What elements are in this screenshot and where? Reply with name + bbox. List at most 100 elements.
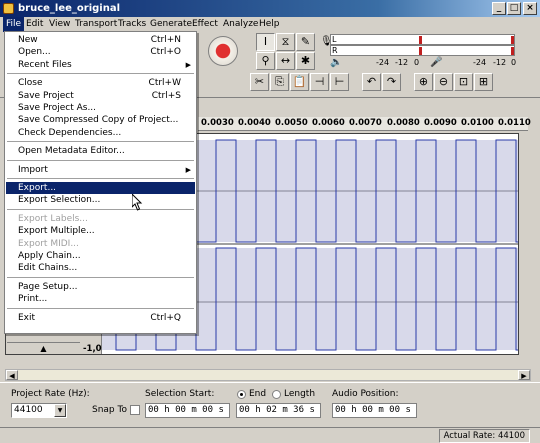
menu-item-label: Recent Files: [18, 59, 72, 70]
redo-icon[interactable]: ↷: [382, 73, 401, 91]
menu-item-export-labels: Export Labels...: [6, 213, 195, 225]
audio-position-field[interactable]: 00 h 00 m 00 s: [332, 403, 417, 418]
menu-item-label: Export Selection...: [18, 195, 101, 206]
title-bar: bruce_lee_original _ □ ×: [0, 0, 540, 17]
menu-view[interactable]: View: [46, 17, 73, 32]
menu-item-save-project[interactable]: Save Project Ctrl+S: [6, 90, 195, 102]
menu-item-check-dependencies[interactable]: Check Dependencies...: [6, 127, 195, 139]
menu-help[interactable]: Help: [256, 17, 283, 32]
menu-item-shortcut: Ctrl+N: [150, 35, 181, 45]
menu-generate[interactable]: Generate: [147, 17, 195, 32]
menu-item-page-setup[interactable]: Page Setup...: [6, 281, 195, 293]
snap-to-checkbox[interactable]: [130, 405, 140, 415]
menu-item-recent-files[interactable]: Recent Files ▶: [6, 59, 195, 71]
vertical-scale-label: -1,0: [83, 344, 102, 354]
menu-item-save-compressed-copy-of-project[interactable]: Save Compressed Copy of Project...: [6, 114, 195, 126]
selection-start-field[interactable]: 00 h 00 m 00 s: [145, 403, 230, 418]
menu-item-export-multiple[interactable]: Export Multiple...: [6, 225, 195, 237]
paste-icon[interactable]: 📋: [290, 73, 309, 91]
scroll-right-icon[interactable]: ▶: [518, 370, 530, 380]
mic-level-icon: 🎤: [430, 57, 443, 68]
chevron-down-icon[interactable]: ▼: [54, 404, 66, 417]
menu-item-export[interactable]: Export...: [6, 182, 195, 194]
menu-separator: [7, 73, 194, 75]
menu-item-new[interactable]: New Ctrl+N: [6, 34, 195, 46]
copy-icon[interactable]: ⎘: [270, 73, 289, 91]
collapse-track-icon[interactable]: ▲: [7, 342, 80, 354]
scroll-left-icon[interactable]: ◀: [6, 370, 18, 380]
menu-item-label: Check Dependencies...: [18, 127, 122, 138]
selection-tool-icon[interactable]: I: [256, 33, 275, 51]
zoom-out-icon[interactable]: ⊖: [434, 73, 453, 91]
menu-item-shortcut: Ctrl+S: [151, 90, 181, 101]
menu-separator: [7, 178, 194, 179]
menu-item-label: Exit: [18, 312, 36, 323]
menu-item-import[interactable]: Import ▶: [6, 164, 195, 176]
window-title: bruce_lee_original: [18, 3, 121, 14]
end-label: End: [249, 389, 267, 399]
timeline-ruler[interactable]: 0.0030 0.0040 0.0050 0.0060 0.0070 0.008…: [198, 117, 531, 131]
silence-icon[interactable]: ⊢: [330, 73, 349, 91]
menu-item-label: Export...: [18, 183, 57, 193]
envelope-tool-icon[interactable]: ⧖: [276, 33, 295, 51]
zoom-in-icon[interactable]: ⊕: [414, 73, 433, 91]
menu-separator: [7, 307, 194, 309]
menu-edit[interactable]: Edit: [23, 17, 46, 32]
fit-project-icon[interactable]: ⊞: [474, 73, 493, 91]
menu-transport[interactable]: Transport: [72, 17, 120, 32]
menu-separator: [7, 276, 194, 278]
draw-tool-icon[interactable]: ✎: [296, 33, 315, 51]
menu-item-label: Save Project As...: [18, 103, 97, 113]
menu-separator: [7, 141, 194, 143]
cut-icon[interactable]: ✂: [250, 73, 269, 91]
menu-item-label: Close: [18, 78, 43, 89]
submenu-arrow-icon: ▶: [185, 60, 191, 69]
project-rate-label: Project Rate (Hz):: [11, 389, 90, 399]
zoom-tool-icon[interactable]: ⚲: [256, 52, 275, 70]
fit-selection-icon[interactable]: ⊡: [454, 73, 473, 91]
menu-item-label: Import: [18, 164, 48, 175]
menu-item-edit-chains[interactable]: Edit Chains...: [6, 262, 195, 274]
menu-item-print[interactable]: Print...: [6, 293, 195, 305]
minimize-button[interactable]: _: [492, 2, 506, 15]
menu-item-apply-chain[interactable]: Apply Chain...: [6, 250, 195, 262]
submenu-arrow-icon: ▶: [185, 165, 191, 174]
playback-meter-right[interactable]: R: [330, 45, 515, 56]
menu-item-label: Print...: [18, 294, 48, 305]
menu-item-label: Edit Chains...: [18, 263, 78, 274]
end-radio[interactable]: [237, 390, 246, 399]
length-radio[interactable]: [272, 390, 281, 399]
menu-item-save-project-as[interactable]: Save Project As...: [6, 102, 195, 114]
menu-item-open[interactable]: Open... Ctrl+O: [6, 46, 195, 58]
menu-item-label: Open...: [18, 47, 51, 58]
maximize-button[interactable]: □: [507, 2, 521, 15]
menu-item-close[interactable]: Close Ctrl+W: [6, 77, 195, 89]
menu-item-export-selection[interactable]: Export Selection...: [6, 194, 195, 206]
project-rate-combo[interactable]: 44100 ▼: [11, 403, 67, 418]
menu-item-open-metadata-editor[interactable]: Open Metadata Editor...: [6, 145, 195, 157]
menu-file[interactable]: File: [3, 17, 25, 32]
menu-item-label: Export MIDI...: [18, 238, 79, 249]
menu-item-exit[interactable]: Exit Ctrl+Q: [6, 312, 195, 324]
undo-icon[interactable]: ↶: [362, 73, 381, 91]
menu-item-label: Apply Chain...: [18, 251, 81, 261]
actual-rate-status: Actual Rate: 44100: [438, 429, 530, 443]
selection-end-field[interactable]: 00 h 02 m 36 s: [236, 403, 321, 418]
trim-icon[interactable]: ⊣: [310, 73, 329, 91]
length-label: Length: [284, 389, 316, 399]
record-button[interactable]: [208, 36, 238, 66]
selection-toolbar: Project Rate (Hz): 44100 ▼ Snap To Selec…: [0, 382, 540, 427]
menu-effect[interactable]: Effect: [189, 17, 221, 32]
menu-separator: [7, 208, 194, 210]
multi-tool-icon[interactable]: ✱: [296, 52, 315, 70]
meter-scale-left: -24 -12 0: [376, 58, 420, 67]
menu-tracks[interactable]: Tracks: [115, 17, 149, 32]
status-bar: Actual Rate: 44100: [0, 427, 540, 443]
close-button[interactable]: ×: [523, 2, 537, 15]
menu-item-label: Save Compressed Copy of Project...: [18, 115, 179, 126]
timeshift-tool-icon[interactable]: ↔: [276, 52, 295, 70]
menu-item-shortcut: Ctrl+Q: [150, 312, 181, 323]
horizontal-scrollbar[interactable]: ◀ ▶: [5, 369, 531, 381]
playback-meter-left[interactable]: L: [330, 34, 515, 45]
menu-item-export-midi: Export MIDI...: [6, 238, 195, 250]
